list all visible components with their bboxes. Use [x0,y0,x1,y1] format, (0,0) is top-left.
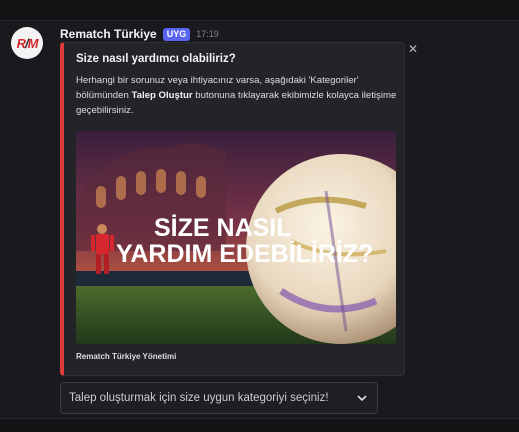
embed-description: Herhangi bir sorunuz veya ihtiyacınız va… [76,75,397,116]
avatar-logo: R/M [16,35,39,51]
timestamp: 17:19 [196,29,219,39]
embed-bold-text: Talep Oluştur [131,90,193,101]
embed-card: Size nasıl yardımcı olabiliriz? Herhangi… [60,42,405,376]
embed-footer: Rematch Türkiye Yönetimi [76,352,177,361]
select-placeholder: Talep oluşturmak için size uygun kategor… [69,392,329,404]
avatar[interactable]: R/M [11,27,43,59]
message-header: Rematch Türkiye UYG 17:19 [60,26,219,42]
image-headline-2: YARDIM EDEBİLİRİZ? [116,240,373,268]
category-select[interactable]: Talep oluşturmak için size uygun kategor… [60,382,378,414]
bottom-bar [0,418,519,432]
embed-title: Size nasıl yardımcı olabiliriz? [76,53,236,65]
app-badge: UYG [162,27,191,41]
image-headline-1: SİZE NASIL [154,214,292,242]
author-name[interactable]: Rematch Türkiye [60,27,157,41]
embed-image[interactable]: SİZE NASIL YARDIM EDEBİLİRİZ? [76,131,396,344]
top-bar [0,0,519,21]
chevron-down-icon [357,395,367,402]
close-icon[interactable]: ✕ [407,43,419,55]
